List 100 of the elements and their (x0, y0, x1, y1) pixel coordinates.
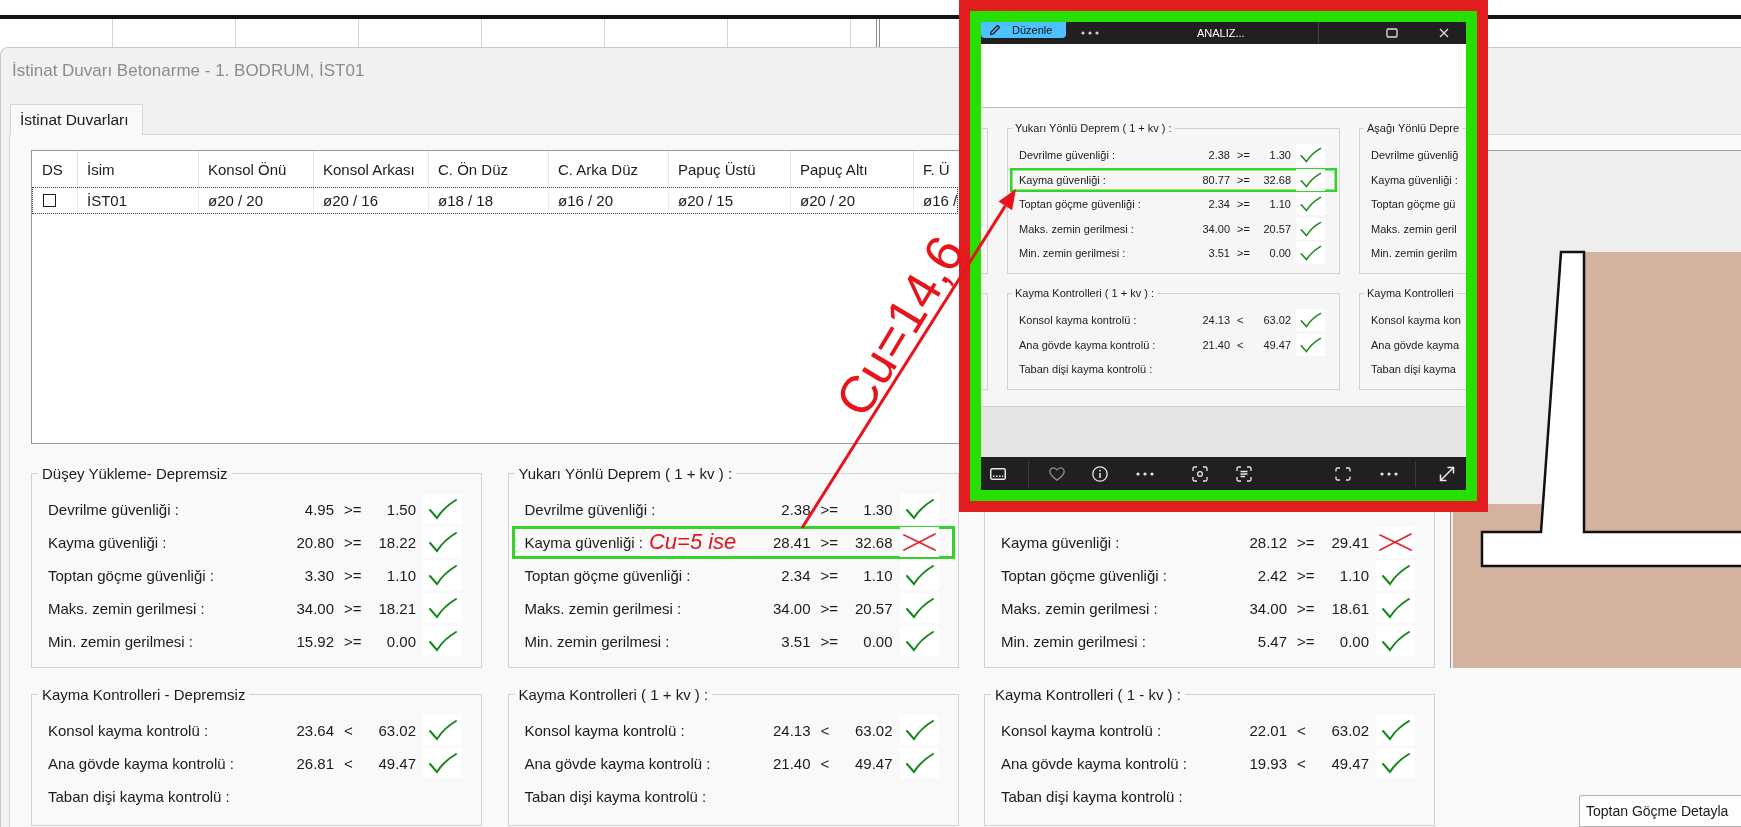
value-text: 15.92 (296, 632, 334, 650)
operator-text: < (1237, 314, 1244, 327)
row-label: Min. zemin gerilmesi : (1019, 247, 1126, 260)
value-text: 21.40 (772, 754, 811, 772)
table-row[interactable]: İST01 ø20 / 20 ø20 / 16 ø18 / 18 ø16 / 20 ø20 / 15 ø20 / 20 ø16 / (32, 187, 958, 214)
limit-text: 20.57 (854, 599, 893, 617)
table-cell: ø20 / 20 (791, 187, 914, 214)
operator-text: >= (344, 632, 362, 650)
fit-screen-icon[interactable] (1335, 466, 1351, 481)
value-text: 22.01 (1249, 721, 1287, 739)
limit-text: 0.00 (863, 632, 893, 650)
table-cell: ø20 / 15 (669, 187, 791, 214)
value-text: 28.12 (1249, 533, 1287, 551)
row-label: Maks. zemin gerilmesi : (1019, 222, 1134, 235)
scan-icon[interactable] (1192, 465, 1208, 482)
tab[interactable]: İstinat Duvarları (10, 104, 143, 135)
group-title: Düşey Yükleme- Depremsiz (41, 464, 229, 482)
limit-text: 0.00 (386, 632, 416, 650)
row-label: Ana gövde kayma kontrolü : (1019, 338, 1156, 351)
column-header[interactable]: Papuç Altı (791, 151, 914, 187)
value-text: 3.51 (781, 632, 811, 650)
value-text: 3.51 (1208, 247, 1230, 260)
more-icon[interactable] (1081, 31, 1099, 35)
table-cell: ø16 / 20 (549, 187, 669, 214)
limit-text: 0.00 (1339, 632, 1369, 650)
window-icon[interactable] (1385, 28, 1398, 38)
row-label: Toptan göçme güvenliği : (524, 566, 691, 584)
limit-text: 63.02 (854, 721, 893, 739)
row-label: Devrilme güvenliğ (1371, 149, 1459, 162)
operator-text: < (1297, 754, 1306, 772)
value-text: 3.30 (304, 566, 334, 584)
more-icon[interactable] (1136, 471, 1154, 476)
value-text: 34.00 (1202, 222, 1230, 235)
value-text: 21.40 (1202, 338, 1230, 351)
table-cell: ø18 / 18 (429, 187, 549, 214)
edit-button[interactable]: Düzenle (981, 22, 1066, 38)
column-header[interactable]: DS (32, 151, 78, 187)
column-header[interactable]: Konsol Önü (199, 151, 314, 187)
limit-text: 1.10 (863, 566, 893, 584)
operator-text: < (344, 721, 353, 739)
group-title: Yukarı Yönlü Deprem ( 1 + kv ) : (1014, 121, 1173, 135)
group-title: Kayma Kontrolleri ( 1 - kv ) : (994, 685, 1182, 703)
expand-icon[interactable] (1439, 465, 1455, 482)
handwritten-note: Cu=5 ise (648, 529, 737, 555)
column-header[interactable]: İsim (78, 151, 199, 187)
table-cell: ø20 / 20 (199, 187, 314, 214)
column-header[interactable]: C. Arka Düz (549, 151, 669, 187)
column-header[interactable]: Konsol Arkası (314, 151, 429, 187)
value-text: 2.38 (781, 500, 811, 518)
detail-button[interactable]: Toptan Göçme Detayla (1579, 795, 1741, 827)
row-label: Min. zemin gerilmesi : (1001, 632, 1147, 650)
filmstrip-icon[interactable] (990, 467, 1006, 480)
group-title: Yukarı Yönlü Deprem ( 1 + kv ) : (517, 464, 734, 482)
row-label: Min. zemin gerilm (1371, 247, 1458, 260)
row-label: Devrilme güvenliği : (48, 500, 179, 518)
row-label: Devrilme güvenliği : (524, 500, 656, 518)
table-cell: ø20 / 16 (314, 187, 429, 214)
row-label: Toptan göçme gü (1371, 198, 1456, 211)
row-label: Min. zemin gerilmesi : (48, 632, 194, 650)
value-text: 80.77 (1202, 173, 1230, 186)
operator-text: >= (344, 500, 362, 518)
operator-text: >= (1297, 599, 1315, 617)
limit-text: 18.61 (1331, 599, 1369, 617)
value-text: 34.00 (772, 599, 811, 617)
heart-icon[interactable] (1049, 466, 1065, 481)
value-text: 4.95 (304, 500, 334, 518)
operator-text: >= (820, 599, 839, 617)
row-label: Ana gövde kayma kontrolü : (48, 754, 234, 772)
column-header[interactable]: Papuç Üstü (669, 151, 791, 187)
operator-text: < (1297, 721, 1306, 739)
more-icon[interactable] (1380, 471, 1398, 476)
value-text: 2.38 (1208, 149, 1230, 162)
limit-text: 29.41 (1331, 533, 1369, 551)
column-header[interactable]: C. Ön Düz (429, 151, 549, 187)
operator-text: < (820, 721, 830, 739)
limit-text: 1.10 (386, 566, 416, 584)
file-name: ANALIZ... (1197, 26, 1245, 41)
row-label: Kayma güvenliği : (1371, 173, 1458, 186)
value-text: 23.64 (296, 721, 334, 739)
group-title: Aşağı Yönlü Depre (1366, 121, 1461, 135)
checkbox[interactable] (43, 194, 56, 207)
row-label: Maks. zemin gerilmesi : (524, 599, 682, 617)
pencil-icon (989, 24, 1001, 36)
row-label: Maks. zemin gerilmesi : (1001, 599, 1158, 617)
text-scan-icon[interactable] (1236, 465, 1252, 482)
operator-text: >= (1237, 247, 1250, 260)
row-label: Taban dişi kayma kontrolü : (1019, 363, 1153, 376)
operator-text: >= (344, 533, 362, 551)
limit-text: 49.47 (378, 754, 416, 772)
row-label: Devrilme güvenliği : (1019, 149, 1115, 162)
group-title: Kayma Kontrolleri ( 1 + kv ) : (517, 685, 710, 703)
group-title: Kayma Kontrolleri - Depremsiz (41, 685, 247, 703)
column-header[interactable]: F. Ü (914, 151, 958, 187)
close-icon[interactable] (1438, 28, 1449, 38)
row-label: Toptan göçme güvenliği : (1001, 566, 1167, 584)
operator-text: >= (1237, 173, 1250, 186)
limit-text: 1.30 (1269, 149, 1291, 162)
row-label: Ana gövde kayma kontrolü : (1001, 754, 1187, 772)
operator-text: >= (1237, 198, 1250, 211)
info-icon[interactable] (1092, 465, 1108, 482)
